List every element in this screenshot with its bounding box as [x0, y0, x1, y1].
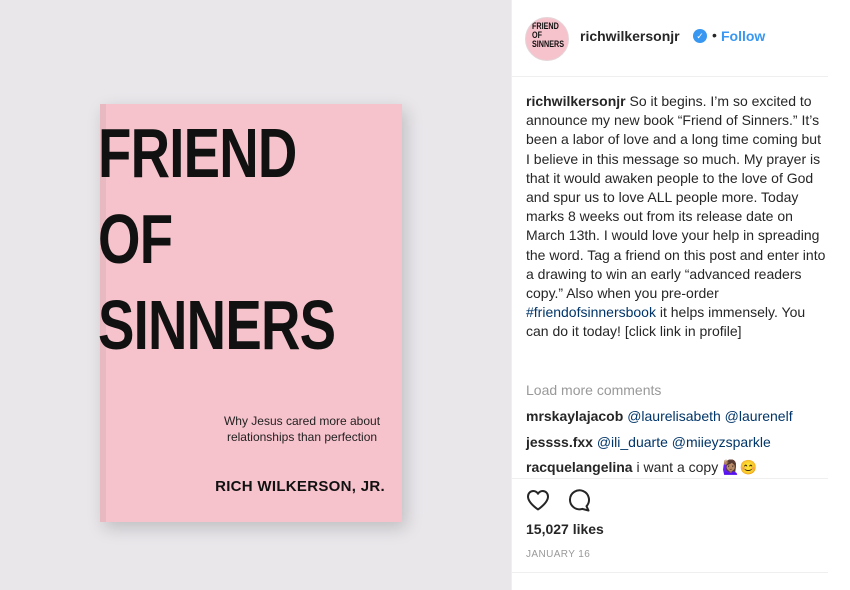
book-title-line-1: FRIEND [98, 114, 297, 192]
caption-username[interactable]: richwilkersonjr [526, 93, 626, 109]
comment-text: i want a copy 🙋🏽‍♀️😊 [636, 459, 757, 475]
post-image[interactable]: FRIEND OF SINNERS Why Jesus cared more a… [0, 0, 511, 590]
comment-mentions[interactable]: @laurelisabeth @laurenelf [627, 408, 792, 424]
check-icon: ✓ [693, 29, 707, 43]
book-title: FRIEND OF SINNERS [98, 110, 336, 368]
book-cover: FRIEND OF SINNERS Why Jesus cared more a… [98, 104, 402, 522]
book-title-line-2: OF [98, 200, 173, 278]
post-header: FRIEND OF SINNERS richwilkersonjr ✓ • Fo… [512, 0, 828, 77]
comment-username[interactable]: mrskaylajacob [526, 408, 623, 424]
book-author: RICH WILKERSON, JR. [215, 478, 385, 495]
comment-icon [568, 489, 590, 512]
load-more-comments-button[interactable]: Load more comments [526, 382, 661, 398]
bottom-divider [512, 572, 828, 573]
follow-button[interactable]: Follow [721, 28, 765, 44]
comment-username[interactable]: racquelangelina [526, 459, 633, 475]
avatar-book-title: FRIEND OF SINNERS [532, 21, 565, 49]
post-date[interactable]: JANUARY 16 [526, 549, 590, 560]
comment-button[interactable] [566, 486, 594, 514]
comment: mrskaylajacob @laurelisabeth @laurenelf [526, 408, 826, 424]
book-title-line-3: SINNERS [98, 286, 336, 364]
heart-icon [527, 490, 549, 511]
like-button[interactable] [524, 486, 552, 514]
comment: jessss.fxx @ili_duarte @miieyzsparkle [526, 434, 826, 450]
avatar[interactable]: FRIEND OF SINNERS [525, 17, 569, 61]
likes-count[interactable]: 15,027 likes [526, 521, 604, 537]
book-subtitle: Why Jesus cared more about relationships… [223, 414, 381, 444]
actions-divider [512, 478, 828, 479]
caption-hashtag[interactable]: #friendofsinnersbook [526, 304, 656, 320]
comment-username[interactable]: jessss.fxx [526, 434, 593, 450]
post-sidebar: FRIEND OF SINNERS richwilkersonjr ✓ • Fo… [512, 0, 850, 590]
comment: racquelangelina i want a copy 🙋🏽‍♀️😊 [526, 459, 826, 476]
post-caption: richwilkersonjr So it begins. I’m so exc… [526, 92, 826, 342]
separator-dot: • [712, 27, 717, 43]
comment-mentions[interactable]: @ili_duarte @miieyzsparkle [597, 434, 771, 450]
caption-text: So it begins. I’m so excited to announce… [526, 93, 826, 302]
header-username[interactable]: richwilkersonjr [580, 28, 680, 44]
